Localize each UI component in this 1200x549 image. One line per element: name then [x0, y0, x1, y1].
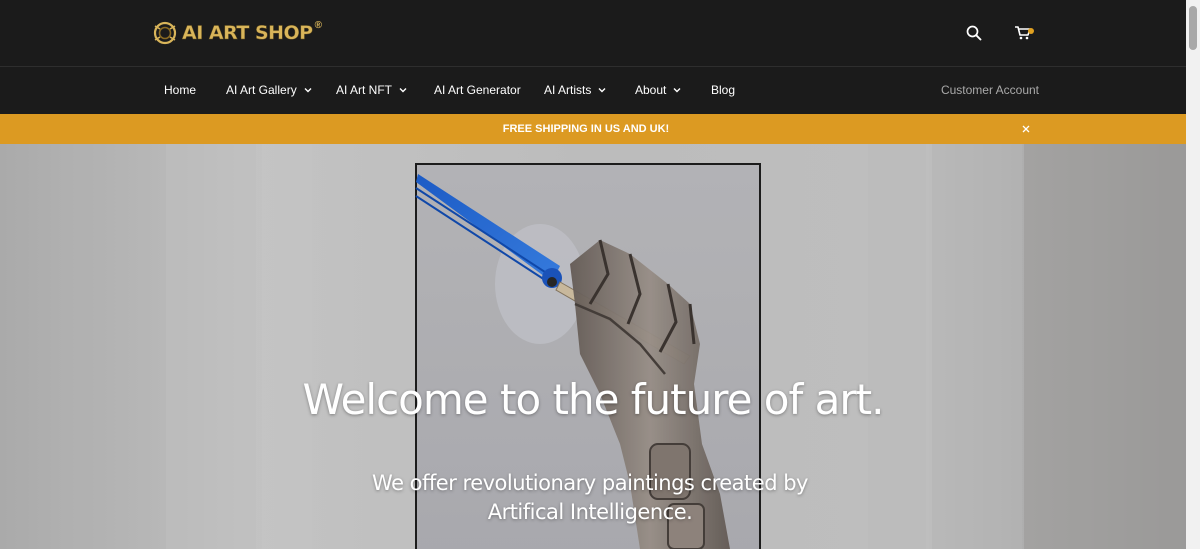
nav-item-label: AI Artists: [544, 83, 592, 97]
nav-item-label: Blog: [711, 83, 736, 97]
nav-item-label: AI Art Generator: [434, 83, 521, 97]
announcement-bar: FREE SHIPPING IN US AND UK!: [0, 114, 1186, 144]
nav-item-about[interactable]: About: [635, 83, 681, 97]
close-icon[interactable]: [1021, 124, 1031, 134]
page-scrollbar[interactable]: [1186, 0, 1200, 549]
nav-item-ai-art-gallery[interactable]: AI Art Gallery: [226, 83, 312, 97]
nav-item-label: Home: [164, 83, 197, 97]
customer-account-link[interactable]: Customer Account: [941, 83, 1039, 97]
chevron-down-icon: [673, 88, 681, 93]
nav-item-ai-artists[interactable]: AI Artists: [544, 83, 606, 97]
nav-item-ai-art-generator[interactable]: AI Art Generator: [434, 83, 521, 97]
hero-title: Welcome to the future of art.: [302, 375, 885, 424]
nav-item-label: About: [635, 83, 667, 97]
nav-item-blog[interactable]: Blog: [711, 83, 735, 97]
scrollbar-thumb[interactable]: [1189, 6, 1197, 50]
header-top-bar: AI ART SHOP ®: [0, 0, 1186, 67]
cart-button[interactable]: [1012, 22, 1034, 44]
hero-subtitle-line: Artifical Intelligence.: [487, 500, 693, 524]
main-navigation: Home AI Art Gallery AI Art NFT AI Art Ge…: [0, 67, 1186, 114]
nav-item-ai-art-nft[interactable]: AI Art NFT: [336, 83, 407, 97]
hero-subtitle-line: We offer revolutionary paintings created…: [372, 471, 808, 495]
site-logo[interactable]: AI ART SHOP ®: [152, 19, 322, 47]
nav-item-label: AI Art NFT: [336, 83, 393, 97]
announcement-text: FREE SHIPPING IN US AND UK!: [502, 123, 670, 135]
logo-text: AI ART SHOP: [182, 22, 314, 44]
hero-subtitle: We offer revolutionary paintings created…: [340, 469, 840, 527]
chevron-down-icon: [598, 88, 606, 93]
nav-item-label: AI Art Gallery: [226, 83, 297, 97]
logo-emblem-icon: [153, 21, 177, 45]
search-button[interactable]: [963, 22, 985, 44]
cart-count-badge: [1028, 28, 1034, 34]
hero-banner: Welcome to the future of art. We offer r…: [0, 144, 1186, 549]
search-icon: [966, 25, 982, 41]
chevron-down-icon: [399, 88, 407, 93]
chevron-down-icon: [304, 88, 312, 93]
nav-item-home[interactable]: Home: [164, 83, 196, 97]
logo-registered-mark: ®: [314, 19, 322, 31]
